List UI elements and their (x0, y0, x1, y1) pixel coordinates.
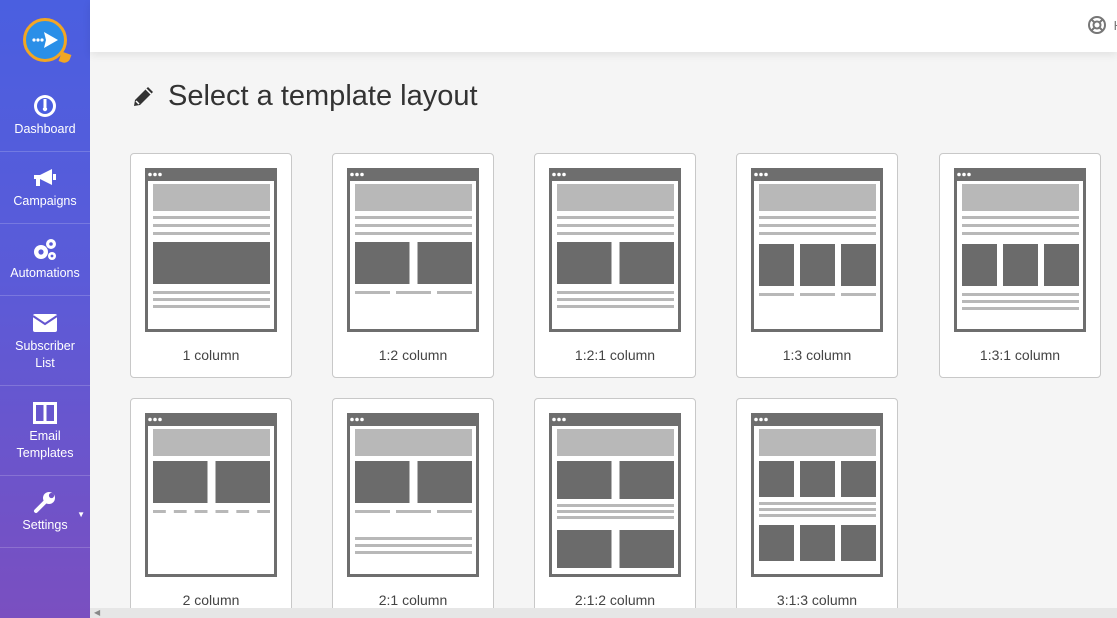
envelope-icon (32, 310, 58, 336)
page-title-row: Select a template layout (130, 80, 478, 113)
layout-preview-icon (549, 413, 681, 577)
layout-card-label: 1:3:1 column (979, 347, 1061, 363)
layout-card[interactable]: 1:2 column (332, 153, 494, 378)
main-content: Select a template layout 1 column 1:2 col… (90, 52, 1117, 618)
page-title: Select a template layout (168, 80, 478, 112)
layout-card-label: 2:1:2 column (574, 592, 656, 608)
pencil-icon (134, 86, 153, 106)
sidebar-item-label: Dashboard (14, 122, 76, 136)
layout-preview-icon (751, 168, 883, 332)
sidebar-item-dashboard[interactable]: Dashboard (0, 80, 90, 152)
layout-card[interactable]: 1:3:1 column (939, 153, 1101, 378)
layout-card-label: 2 column (182, 592, 240, 608)
sidebar-item-automations[interactable]: Automations (0, 224, 90, 296)
help-link[interactable]: H (1087, 16, 1117, 34)
layout-preview-icon (347, 413, 479, 577)
sidebar-item-label: Email Templates (16, 428, 74, 460)
layout-card[interactable]: 1:3 column (736, 153, 898, 378)
life-ring-icon (1087, 16, 1106, 34)
top-bar: H (90, 0, 1117, 52)
sidebar-item-label: Settings (22, 518, 68, 532)
chevron-down-icon: ▼ (77, 510, 85, 519)
layout-card[interactable]: 2 column (130, 398, 292, 618)
gears-icon (32, 237, 58, 263)
horizontal-scrollbar[interactable]: ◀ (90, 608, 1117, 618)
layout-preview-icon (954, 168, 1086, 332)
layout-preview-icon (145, 168, 277, 332)
sidebar-item-subscriber-list[interactable]: Subscriber List (0, 296, 90, 386)
layout-card[interactable]: 2:1:2 column (534, 398, 696, 618)
layout-card-label: 1:3 column (782, 347, 852, 363)
columns-icon (32, 400, 58, 426)
layout-preview-icon (549, 168, 681, 332)
sidebar-item-label: Subscriber List (15, 338, 75, 370)
sidebar-item-label: Campaigns (13, 194, 77, 208)
layout-card[interactable]: 1:2:1 column (534, 153, 696, 378)
layout-card[interactable]: 3:1:3 column (736, 398, 898, 618)
layout-card[interactable]: 2:1 column (332, 398, 494, 618)
sidebar-item-settings[interactable]: Settings ▼ (0, 476, 90, 548)
layout-card[interactable]: 1 column (130, 153, 292, 378)
sidebar: Dashboard Campaigns Automations Subscrib… (0, 0, 90, 618)
layout-card-label: 1:2 column (378, 347, 448, 363)
help-label: H (1114, 18, 1117, 33)
megaphone-icon (32, 165, 58, 191)
sidebar-item-campaigns[interactable]: Campaigns (0, 152, 90, 224)
layout-card-label: 2:1 column (378, 592, 448, 608)
layout-card-label: 1:2:1 column (574, 347, 656, 363)
scroll-left-icon[interactable]: ◀ (94, 608, 100, 618)
wrench-icon (32, 489, 58, 515)
sidebar-item-email-templates[interactable]: Email Templates (0, 386, 90, 476)
dashboard-icon (32, 93, 58, 119)
app-logo-area (0, 0, 90, 80)
layout-card-label: 3:1:3 column (776, 592, 858, 608)
layout-preview-icon (145, 413, 277, 577)
layout-preview-icon (347, 168, 479, 332)
layout-card-label: 1 column (182, 347, 240, 363)
app-logo[interactable] (23, 18, 67, 62)
layout-preview-icon (751, 413, 883, 577)
send-icon (32, 32, 58, 48)
sidebar-item-label: Automations (10, 266, 80, 280)
